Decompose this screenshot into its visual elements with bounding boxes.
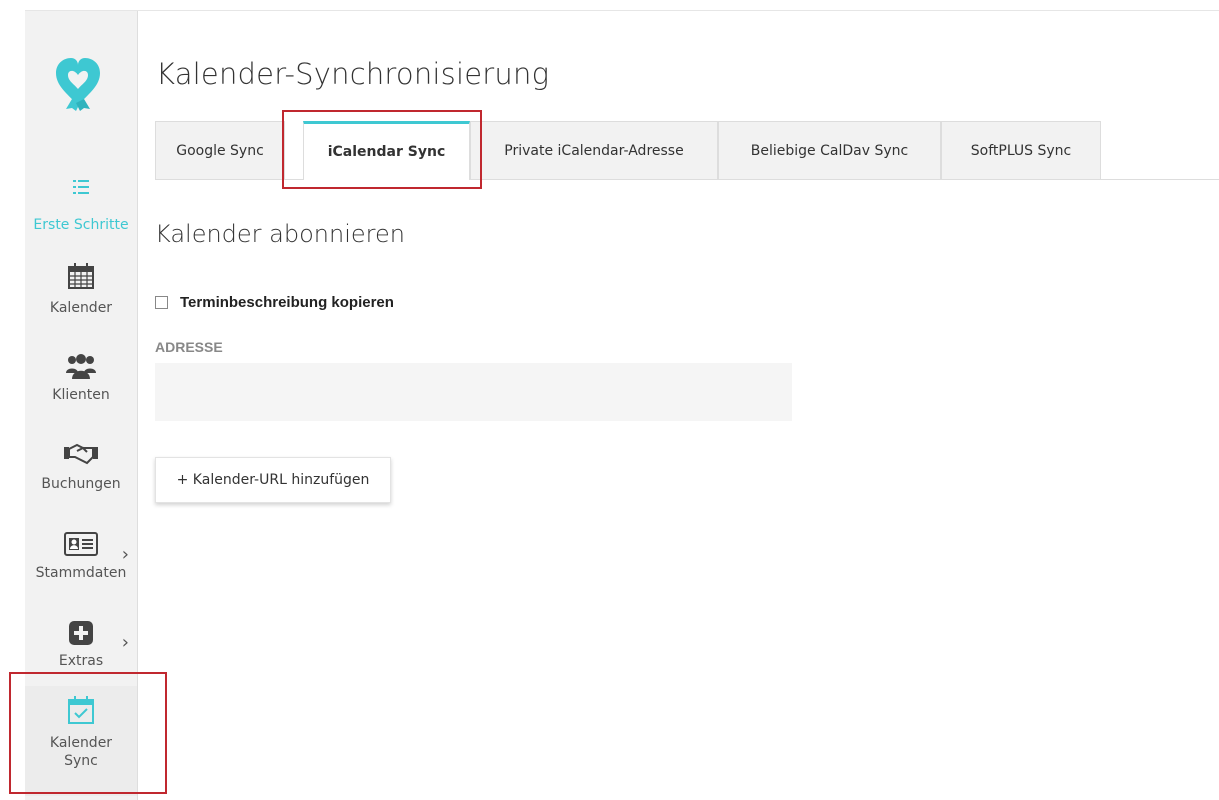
sidebar-item-stammdaten[interactable]: › Stammdaten: [25, 530, 137, 582]
sidebar-item-label: Extras: [58, 653, 104, 669]
page-title: Kalender-Synchronisierung: [156, 57, 550, 91]
list-icon: [73, 180, 89, 194]
highlight-box-icalendar-tab: [282, 110, 482, 189]
tab-beliebige-caldav-sync[interactable]: Beliebige CalDav Sync: [718, 121, 941, 179]
chevron-right-icon: ›: [121, 632, 129, 653]
chevron-right-icon: ›: [121, 544, 129, 565]
copy-description-row: Terminbeschreibung kopieren: [155, 294, 394, 311]
sidebar-item-label: Kalender: [49, 300, 113, 316]
sidebar-item-erste-schritte[interactable]: Erste Schritte: [25, 177, 137, 234]
sidebar-item-label: Buchungen: [41, 476, 121, 492]
sidebar-item-klienten[interactable]: Klienten: [25, 351, 137, 404]
calendar-icon: [68, 263, 94, 289]
heart-ribbon-logo-icon[interactable]: [52, 53, 104, 113]
tab-private-icalendar-adresse[interactable]: Private iCalendar-Adresse: [470, 121, 718, 179]
users-icon: [66, 354, 96, 379]
highlight-box-kalender-sync: [9, 672, 167, 794]
top-divider: [25, 10, 1219, 11]
copy-description-label[interactable]: Terminbeschreibung kopieren: [180, 294, 394, 311]
handshake-icon: [64, 443, 98, 465]
sidebar-item-label: Klienten: [52, 387, 110, 403]
copy-description-checkbox[interactable]: [155, 296, 168, 309]
address-label: ADRESSE: [155, 339, 223, 355]
section-title: Kalender abonnieren: [155, 220, 405, 248]
sidebar-item-label: Stammdaten: [35, 565, 127, 581]
sidebar-item-extras[interactable]: › Extras: [25, 618, 137, 670]
address-input[interactable]: [155, 363, 792, 421]
sidebar-item-label: Erste Schritte: [33, 217, 129, 233]
id-card-icon: [64, 532, 98, 556]
add-calendar-url-button[interactable]: + Kalender-URL hinzufügen: [155, 457, 391, 503]
plus-square-icon: [69, 621, 93, 645]
tab-softplus-sync[interactable]: SoftPLUS Sync: [941, 121, 1101, 179]
sidebar-item-buchungen[interactable]: Buchungen: [25, 439, 137, 493]
sidebar-item-kalender[interactable]: Kalender: [25, 261, 137, 317]
tab-google-sync[interactable]: Google Sync: [155, 121, 285, 179]
